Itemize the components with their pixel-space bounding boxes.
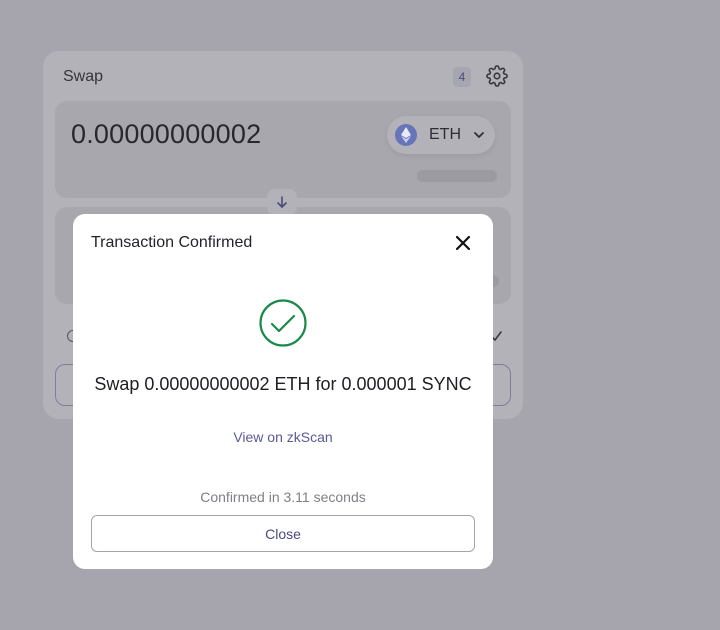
gear-icon[interactable]: [486, 65, 508, 87]
flip-direction-button[interactable]: [267, 189, 297, 215]
check-circle-icon: [259, 299, 307, 347]
confirmation-time: Confirmed in 3.11 seconds: [200, 489, 366, 505]
transaction-confirmed-modal: Transaction Confirmed Swap 0.00000000002…: [73, 214, 493, 569]
close-icon[interactable]: [453, 233, 473, 253]
modal-title: Transaction Confirmed: [91, 234, 253, 251]
eth-logo-icon: [395, 124, 417, 146]
from-amount-input[interactable]: 0.00000000002: [71, 119, 261, 150]
token-symbol: ETH: [429, 126, 461, 143]
swap-title: Swap: [63, 68, 104, 85]
pending-transactions-badge[interactable]: 4: [453, 67, 471, 87]
close-button[interactable]: Close: [91, 515, 475, 552]
from-token-panel: 0.00000000002 ETH: [55, 101, 511, 198]
view-on-explorer-link[interactable]: View on zkScan: [73, 429, 493, 445]
balance-loading-placeholder: [417, 170, 497, 182]
swap-summary: Swap 0.00000000002 ETH for 0.000001 SYNC: [94, 374, 472, 394]
chevron-down-icon: [474, 132, 484, 138]
token-select-button[interactable]: ETH: [387, 116, 495, 154]
arrow-down-icon: [277, 196, 287, 208]
